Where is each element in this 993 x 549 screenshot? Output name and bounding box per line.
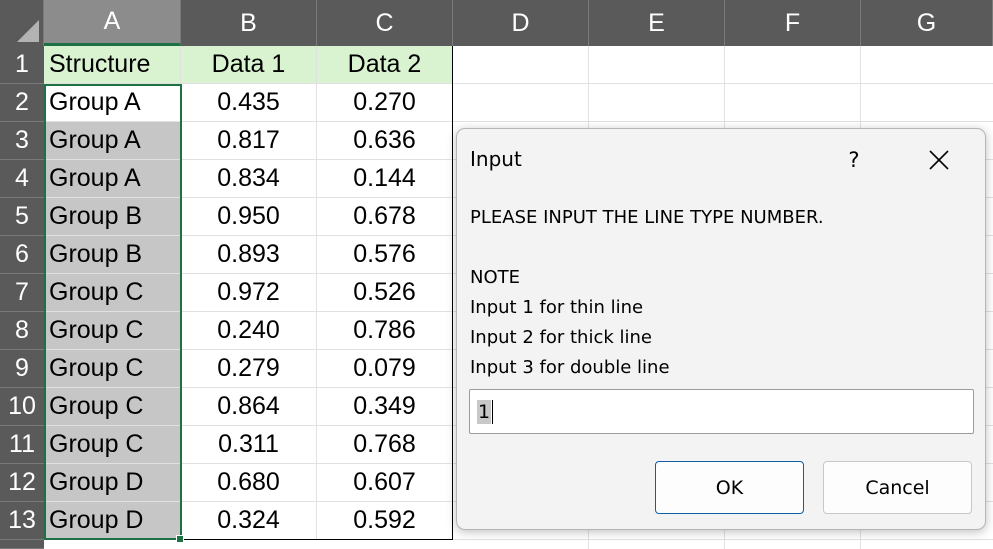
row-header-7[interactable]: 7 (0, 274, 44, 312)
cell-b1[interactable]: Data 1 (181, 46, 317, 84)
cell-a1[interactable]: Structure (44, 46, 181, 84)
cell-c3[interactable]: 0.636 (317, 122, 453, 160)
cell-c5[interactable]: 0.678 (317, 198, 453, 236)
ok-button[interactable]: OK (655, 461, 804, 514)
row-header-10[interactable]: 10 (0, 388, 44, 426)
fill-handle[interactable] (176, 535, 184, 543)
cell-a11[interactable]: Group C (44, 426, 181, 464)
cell-c1[interactable]: Data 2 (317, 46, 453, 84)
cell-a7[interactable]: Group C (44, 274, 181, 312)
cell-a4[interactable]: Group A (44, 160, 181, 198)
column-header-b[interactable]: B (181, 0, 317, 46)
row-header-11[interactable]: 11 (0, 426, 44, 464)
input-dialog: Input ? PLEASE INPUT THE LINE TYPE NUMBE… (456, 128, 986, 530)
row-header-6[interactable]: 6 (0, 236, 44, 274)
dialog-message: PLEASE INPUT THE LINE TYPE NUMBER. (470, 207, 824, 228)
note-title: NOTE (470, 267, 521, 288)
row-header-12[interactable]: 12 (0, 464, 44, 502)
cell-a13[interactable]: Group D (44, 502, 181, 540)
row-header-5[interactable]: 5 (0, 198, 44, 236)
close-icon (929, 150, 949, 170)
cell-a8[interactable]: Group C (44, 312, 181, 350)
cell-c10[interactable]: 0.349 (317, 388, 453, 426)
column-header-d[interactable]: D (453, 0, 589, 46)
text-caret (492, 399, 494, 424)
cell-b12[interactable]: 0.680 (181, 464, 317, 502)
row-header-8[interactable]: 8 (0, 312, 44, 350)
cell-b3[interactable]: 0.817 (181, 122, 317, 160)
row-header-4[interactable]: 4 (0, 160, 44, 198)
cell-c6[interactable]: 0.576 (317, 236, 453, 274)
select-all-corner[interactable] (0, 0, 44, 46)
cell-c11[interactable]: 0.768 (317, 426, 453, 464)
row-header-13[interactable]: 13 (0, 502, 44, 540)
cell-a2[interactable]: Group A (44, 84, 181, 122)
cell-a5[interactable]: Group B (44, 198, 181, 236)
cell-b11[interactable]: 0.311 (181, 426, 317, 464)
cell-c12[interactable]: 0.607 (317, 464, 453, 502)
cell-b5[interactable]: 0.950 (181, 198, 317, 236)
cell-b6[interactable]: 0.893 (181, 236, 317, 274)
cell-b4[interactable]: 0.834 (181, 160, 317, 198)
cell-b7[interactable]: 0.972 (181, 274, 317, 312)
cell-c7[interactable]: 0.526 (317, 274, 453, 312)
cell-a9[interactable]: Group C (44, 350, 181, 388)
column-header-c[interactable]: C (317, 0, 453, 46)
cell-a6[interactable]: Group B (44, 236, 181, 274)
dialog-title: Input (470, 147, 522, 171)
cell-c13[interactable]: 0.592 (317, 502, 453, 540)
cell-c9[interactable]: 0.079 (317, 350, 453, 388)
column-header-e[interactable]: E (589, 0, 725, 46)
note-line-3: Input 3 for double line (470, 357, 670, 378)
cell-b9[interactable]: 0.279 (181, 350, 317, 388)
help-button[interactable]: ? (839, 145, 869, 175)
cell-b10[interactable]: 0.864 (181, 388, 317, 426)
row-header-2[interactable]: 2 (0, 84, 44, 122)
note-line-2: Input 2 for thick line (470, 327, 652, 348)
cell-b8[interactable]: 0.240 (181, 312, 317, 350)
column-header-a[interactable]: A (44, 0, 181, 46)
column-header-f[interactable]: F (725, 0, 861, 46)
row-header-9[interactable]: 9 (0, 350, 44, 388)
cell-a10[interactable]: Group C (44, 388, 181, 426)
column-header-g[interactable]: G (861, 0, 993, 46)
close-button[interactable] (921, 143, 957, 177)
cell-b2[interactable]: 0.435 (181, 84, 317, 122)
note-line-1: Input 1 for thin line (470, 297, 644, 318)
row-header-3[interactable]: 3 (0, 122, 44, 160)
line-type-input[interactable]: 1 (469, 389, 974, 434)
cell-a12[interactable]: Group D (44, 464, 181, 502)
row-14-cells[interactable] (44, 540, 993, 549)
cell-b13[interactable]: 0.324 (181, 502, 317, 540)
row-header-1[interactable]: 1 (0, 46, 44, 84)
cell-c2[interactable]: 0.270 (317, 84, 453, 122)
cancel-button[interactable]: Cancel (823, 461, 972, 514)
cell-a3[interactable]: Group A (44, 122, 181, 160)
row-header-14[interactable] (0, 540, 44, 549)
cell-c8[interactable]: 0.786 (317, 312, 453, 350)
input-value: 1 (477, 399, 492, 424)
cell-c4[interactable]: 0.144 (317, 160, 453, 198)
